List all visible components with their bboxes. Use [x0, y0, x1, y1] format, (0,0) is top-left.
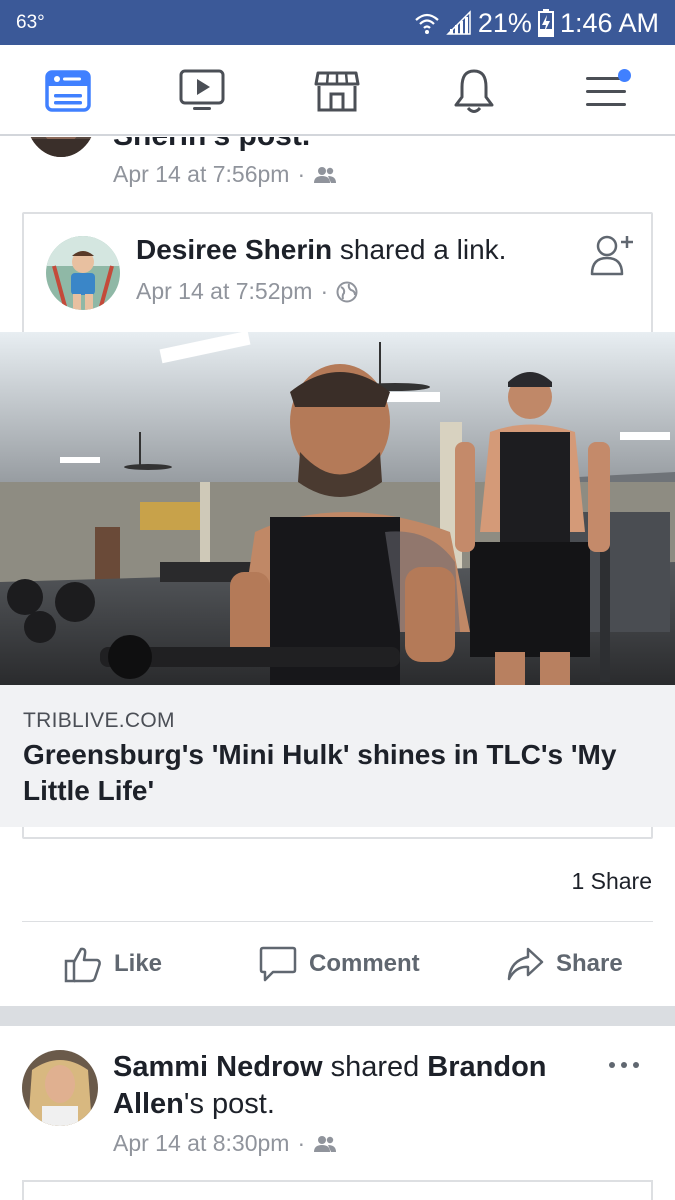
thumbs-up-icon: [64, 947, 101, 983]
previous-post-title: Sherin's post.: [113, 137, 310, 153]
watch-tab[interactable]: [178, 67, 226, 115]
add-friend-icon[interactable]: [589, 232, 635, 278]
post-suffix: 's post.: [183, 1088, 275, 1120]
link-title: Greensburg's 'Mini Hulk' shines in TLC's…: [23, 739, 617, 806]
post-separator: [0, 1006, 675, 1026]
status-bar: 63° 21% 1:46 AM: [0, 0, 675, 45]
comment-label: Comment: [309, 950, 420, 977]
post-meta: Apr 14 at 8:30pm ·: [113, 1130, 337, 1157]
shared-post-card: [22, 1180, 653, 1200]
author-name[interactable]: Desiree Sherin: [136, 234, 332, 265]
signal-icon: [446, 10, 471, 35]
comment-button[interactable]: Comment: [259, 942, 420, 986]
previous-post-meta: Apr 14 at 7:56pm ·: [113, 161, 337, 188]
battery-charging-icon: [537, 9, 554, 37]
post-timestamp[interactable]: Apr 14 at 8:30pm: [113, 1130, 289, 1157]
friends-icon: [314, 166, 337, 183]
marketplace-tab[interactable]: [313, 67, 361, 115]
post-timestamp[interactable]: Apr 14 at 7:56pm: [113, 161, 289, 188]
share-button[interactable]: Share: [506, 942, 623, 986]
post-action: shared: [330, 1051, 420, 1083]
post-action: shared a link.: [339, 234, 507, 265]
news-feed-icon: [45, 70, 91, 112]
post-header: Desiree Sherin shared a link.: [136, 232, 506, 268]
more-options-icon[interactable]: [607, 1055, 641, 1075]
avatar[interactable]: [46, 236, 120, 310]
marketplace-icon: [314, 71, 360, 112]
like-button[interactable]: Like: [64, 942, 162, 986]
battery-percent: 21%: [477, 7, 532, 38]
avatar[interactable]: [26, 137, 96, 157]
watch-icon: [179, 69, 225, 110]
news-feed-tab[interactable]: [44, 67, 92, 115]
friends-icon: [314, 1135, 337, 1152]
share-label: Share: [556, 950, 623, 977]
notifications-icon: [454, 69, 494, 113]
status-indicators: 21% 1:46 AM: [414, 6, 659, 40]
post-timestamp[interactable]: Apr 14 at 7:52pm: [136, 278, 312, 305]
post-header: Sammi Nedrow shared Brandon Allen's post…: [113, 1049, 573, 1123]
post-meta: Apr 14 at 7:52pm ·: [136, 278, 358, 305]
clock: 1:46 AM: [559, 7, 659, 38]
notifications-tab[interactable]: [450, 67, 498, 115]
globe-icon: [336, 281, 358, 302]
menu-notification-dot: [618, 69, 631, 82]
avatar[interactable]: [22, 1050, 98, 1126]
wifi-icon: [415, 13, 439, 34]
temperature: 63°: [16, 12, 45, 33]
author-name[interactable]: Sammi Nedrow: [113, 1051, 323, 1083]
top-navigation: [0, 45, 675, 136]
share-count[interactable]: 1 Share: [571, 868, 652, 895]
news-feed: Sherin's post. Apr 14 at 7:56pm ·: [0, 137, 675, 1200]
share-arrow-icon: [507, 947, 544, 981]
comment-icon: [259, 946, 297, 982]
menu-tab[interactable]: [583, 67, 631, 115]
link-preview-info[interactable]: TRIBLIVE.COM Greensburg's 'Mini Hulk' sh…: [0, 685, 675, 827]
link-preview-image[interactable]: [0, 332, 675, 685]
like-label: Like: [114, 950, 163, 977]
post-actions: Like Comment Share: [0, 922, 675, 1006]
link-domain: TRIBLIVE.COM: [23, 709, 175, 732]
